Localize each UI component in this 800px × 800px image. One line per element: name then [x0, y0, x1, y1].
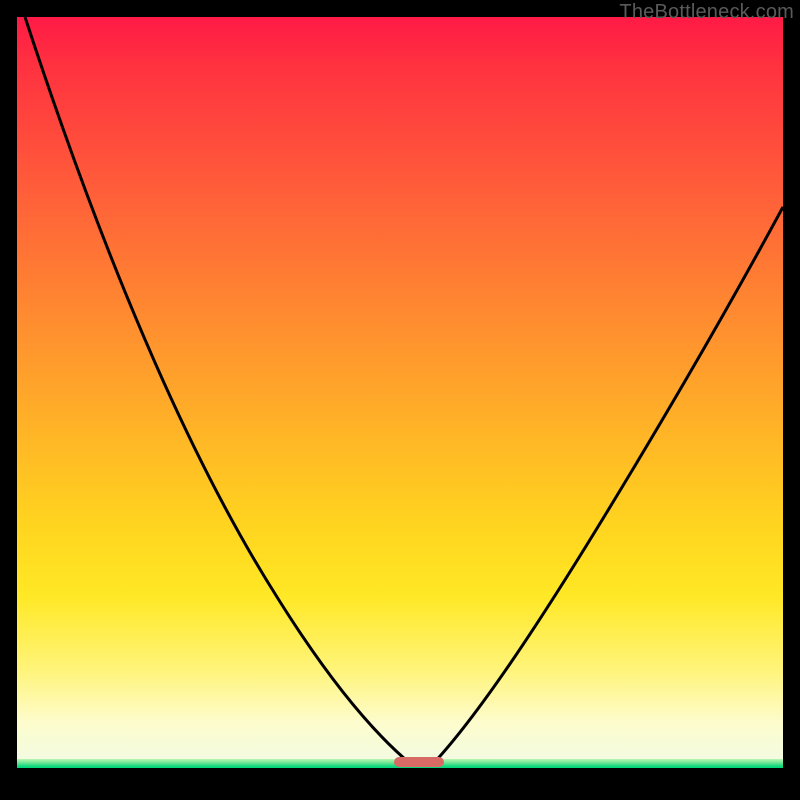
left-curve [25, 17, 412, 765]
bottleneck-marker [394, 757, 444, 767]
chart-curves [17, 17, 783, 783]
right-curve [432, 207, 783, 765]
chart-frame [17, 17, 783, 783]
watermark-text: TheBottleneck.com [619, 1, 794, 24]
